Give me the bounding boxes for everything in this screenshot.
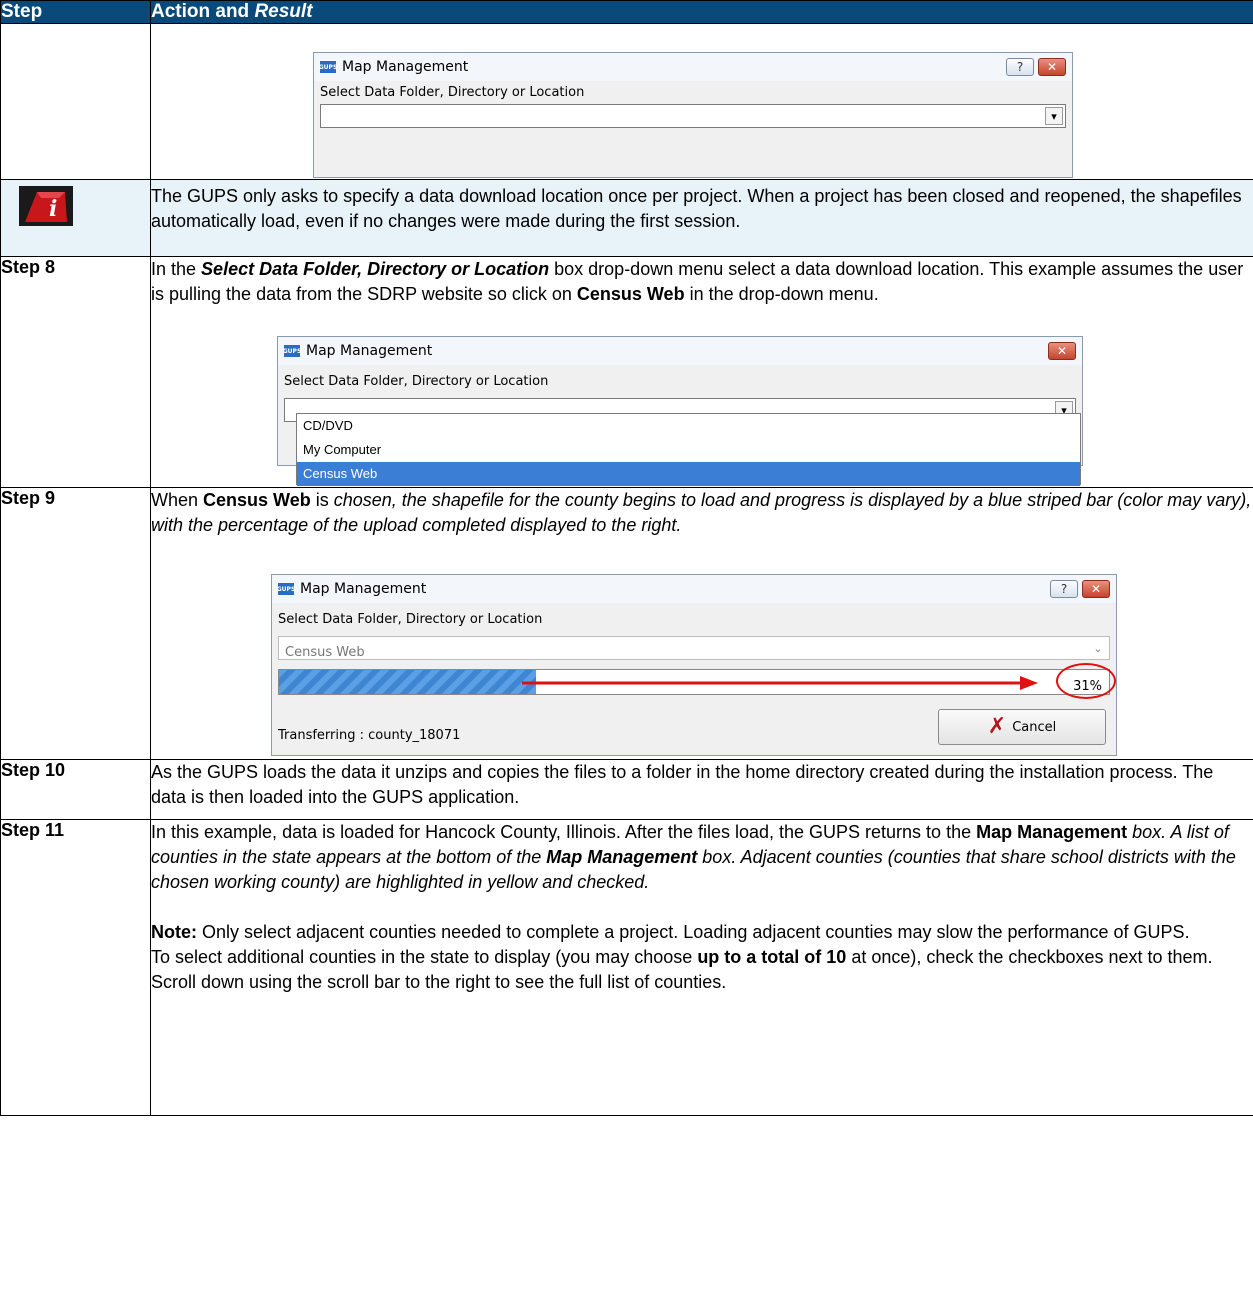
cancel-icon: ✗ (987, 714, 1007, 739)
close-button[interactable]: ✕ (1038, 58, 1066, 76)
svg-text:i: i (49, 196, 57, 222)
option-cd-dvd[interactable]: CD/DVD (297, 414, 1080, 438)
location-select[interactable]: ▾ (320, 104, 1066, 128)
chevron-down-icon[interactable]: ⌄ (1089, 639, 1107, 657)
cancel-button[interactable]: ✗ Cancel (938, 709, 1106, 745)
location-dropdown: CD/DVD My Computer Census Web (296, 413, 1081, 486)
location-label: Select Data Folder, Directory or Locatio… (284, 374, 549, 389)
step-11-label: Step 11 (0, 819, 151, 1116)
gups-app-icon: GUPS (319, 61, 337, 73)
gups-app-icon: GUPS (277, 583, 295, 595)
step-10-label: Step 10 (0, 759, 151, 820)
info-icon-cell: i (0, 179, 151, 257)
step-11-body: In this example, data is loaded for Hanc… (150, 819, 1253, 1116)
close-button[interactable]: ✕ (1048, 342, 1076, 360)
step-9-body: When Census Web is chosen, the shapefile… (150, 487, 1253, 760)
info-icon: i (19, 186, 73, 226)
gups-app-icon: GUPS (283, 345, 301, 357)
location-label: Select Data Folder, Directory or Locatio… (278, 612, 543, 627)
header-step: Step (0, 0, 151, 24)
chevron-down-icon[interactable]: ▾ (1045, 107, 1063, 125)
step-9-label: Step 9 (0, 487, 151, 760)
info-note-text: The GUPS only asks to specify a data dow… (150, 179, 1253, 257)
header-action: Action and Result (150, 0, 1253, 24)
close-button[interactable]: ✕ (1082, 580, 1110, 598)
dialog-title: Map Management (342, 59, 469, 75)
help-button[interactable]: ? (1050, 580, 1078, 598)
step-8-label: Step 8 (0, 256, 151, 488)
location-select[interactable]: Census Web ⌄ (278, 636, 1110, 660)
option-census-web[interactable]: Census Web (297, 462, 1080, 486)
step-10-text: As the GUPS loads the data it unzips and… (150, 759, 1253, 820)
option-my-computer[interactable]: My Computer (297, 438, 1080, 462)
steps-table: Step Action and Result GUPS Map Manageme… (0, 0, 1253, 1116)
location-label: Select Data Folder, Directory or Locatio… (320, 85, 585, 100)
dialog-title: Map Management (300, 580, 427, 597)
step-11-note: Note: Only select adjacent counties need… (151, 922, 1190, 942)
transfer-status: Transferring : county_18071 (278, 728, 461, 743)
step-11-para-2: To select additional counties in the sta… (151, 947, 1213, 992)
step-11-para-1: In this example, data is loaded for Hanc… (151, 822, 1236, 892)
step-8-body: In the Select Data Folder, Directory or … (150, 256, 1253, 488)
progress-fill (279, 670, 537, 694)
step-9-text: When Census Web is chosen, the shapefile… (151, 490, 1252, 535)
dialog1-cell: GUPS Map Management ? ✕ Select Data Fold… (150, 23, 1253, 180)
empty-step-cell (0, 23, 151, 180)
percent-highlight-circle (1056, 663, 1116, 699)
map-management-dialog-3: GUPS Map Management ? ✕ Select Data Fold… (271, 574, 1117, 756)
map-management-dialog-1: GUPS Map Management ? ✕ Select Data Fold… (313, 52, 1073, 178)
step-8-text: In the Select Data Folder, Directory or … (151, 259, 1244, 304)
help-button[interactable]: ? (1006, 58, 1034, 76)
red-arrow-annotation (522, 676, 1038, 690)
dialog-title: Map Management (306, 342, 433, 359)
